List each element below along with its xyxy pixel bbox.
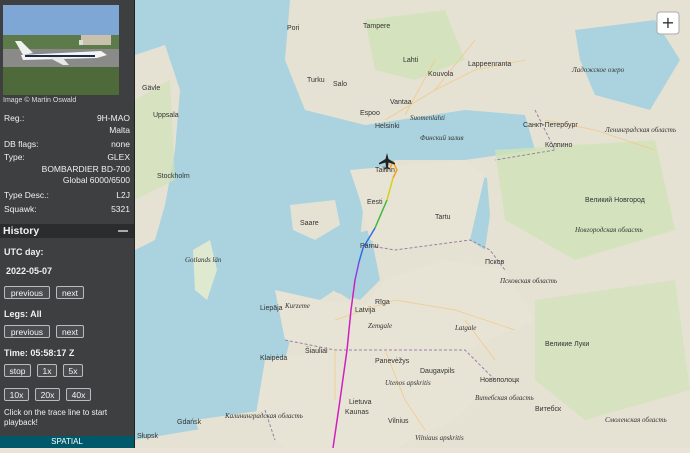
- place-label-smolensk-obl: Смоленская область: [605, 416, 667, 424]
- time-label: Time: 05:58:17 Z: [4, 348, 75, 358]
- place-label-siauliai: Šiauliai: [305, 346, 328, 355]
- type-desc-value: L2J: [116, 190, 130, 200]
- type-desc-label: Type Desc.:: [4, 190, 49, 200]
- place-label-salo: Salo: [333, 81, 347, 88]
- place-label-helsinki: Helsinki: [375, 123, 400, 130]
- place-label-liepaja: Liepāja: [260, 305, 283, 312]
- type-value: GLEX: [107, 152, 130, 162]
- place-label-spb: Санкт-Петербург: [523, 121, 578, 129]
- place-label-saaremaa: Saare: [300, 220, 319, 227]
- legs-label: Legs: All: [4, 309, 42, 319]
- place-label-vluki: Великие Луки: [545, 341, 589, 348]
- place-label-kolpino: Колпино: [545, 142, 572, 149]
- reg-label: Reg.:: [4, 113, 25, 123]
- place-label-vilnius: Vilnius: [388, 418, 409, 425]
- place-label-gavle: Gävle: [142, 85, 160, 92]
- place-label-vantaa: Vantaa: [390, 99, 412, 106]
- place-label-ladoga: Ладожское озеро: [571, 66, 625, 74]
- place-label-suomenlahti: Suomenlahti: [410, 114, 445, 122]
- place-label-tampere: Tampere: [363, 23, 390, 30]
- squawk-value: 5321: [111, 204, 130, 214]
- aircraft-photo[interactable]: [3, 5, 119, 95]
- speed-40x-button[interactable]: 40x: [66, 388, 91, 401]
- type-row: Type: GLEX: [4, 152, 130, 163]
- country-value: Malta: [109, 125, 130, 135]
- place-label-zemgale: Zemgale: [368, 322, 392, 330]
- place-label-vilniaus: Vilniaus apskritis: [415, 434, 464, 442]
- day-previous-button[interactable]: previous: [4, 286, 50, 299]
- model-row: BOMBARDIER BD-700 Global 6000/6500: [4, 164, 130, 186]
- place-label-pskov-obl: Псковская область: [499, 277, 557, 285]
- place-label-lappeenranta: Lappeenranta: [468, 61, 511, 68]
- collapse-icon[interactable]: [118, 230, 128, 232]
- place-label-gotland: Gotlands län: [185, 256, 222, 264]
- zoom-controls[interactable]: +: [656, 11, 680, 35]
- squawk-row: Squawk: 5321: [4, 204, 130, 215]
- place-label-pskov: Псков: [485, 259, 505, 266]
- type-desc-row: Type Desc.: L2J: [4, 190, 130, 201]
- squawk-label: Squawk:: [4, 204, 37, 214]
- place-label-turku: Turku: [307, 77, 325, 84]
- place-label-riga: Rīga: [375, 299, 390, 306]
- place-label-latvija: Latvija: [355, 307, 375, 314]
- speed-20x-button[interactable]: 20x: [35, 388, 60, 401]
- spatial-button[interactable]: SPATIAL: [0, 436, 134, 448]
- speed-10x-button[interactable]: 10x: [4, 388, 29, 401]
- place-label-vnovgorod: Великий Новгород: [585, 196, 645, 204]
- registration-row: Reg.: 9H-MAO: [4, 113, 130, 124]
- forest-patch-4: [135, 80, 175, 200]
- place-label-utena: Utenos apskritis: [385, 379, 431, 387]
- place-label-leningrad: Ленинградская область: [604, 126, 676, 134]
- place-label-slupsk: Słupsk: [137, 433, 159, 440]
- utc-day-label: UTC day:: [4, 247, 44, 257]
- place-label-lahti: Lahti: [403, 57, 419, 64]
- place-label-gdansk: Gdańsk: [177, 419, 202, 426]
- speed-5x-button[interactable]: 5x: [63, 364, 83, 377]
- place-label-klaipeda: Klaipėda: [260, 355, 287, 362]
- aircraft-info-panel: Image © Martin Oswald Reg.: 9H-MAO Malta…: [0, 0, 135, 448]
- place-label-panevezys: Panevėžys: [375, 358, 410, 365]
- speed-1x-button[interactable]: 1x: [37, 364, 57, 377]
- place-label-parnu: Pärnu: [360, 243, 379, 250]
- leg-next-button[interactable]: next: [56, 325, 84, 338]
- model-value: BOMBARDIER BD-700 Global 6000/6500: [41, 164, 130, 185]
- photo-credit: Image © Martin Oswald: [3, 97, 77, 104]
- place-label-kaunas: Kaunas: [345, 409, 369, 416]
- leg-previous-button[interactable]: previous: [4, 325, 50, 338]
- type-label: Type:: [4, 152, 25, 162]
- place-label-eesti: Eesti: [367, 199, 383, 206]
- place-label-pori: Pori: [287, 25, 300, 32]
- place-label-vitebsk: Витебск: [535, 405, 562, 413]
- db-flags-row: DB flags: none: [4, 139, 130, 150]
- place-label-espoo: Espoo: [360, 110, 380, 117]
- reg-value: 9H-MAO: [96, 113, 130, 123]
- place-label-uppsala: Uppsala: [153, 112, 179, 119]
- place-label-novopolotsk: Новополоцк: [480, 377, 520, 384]
- map-view[interactable]: Pori Tampere Lahti Kouvola Lappeenranta …: [135, 0, 690, 449]
- place-label-finnish-gulf: Финский залив: [420, 134, 464, 142]
- place-label-tartu: Tartu: [435, 214, 451, 221]
- place-label-lietuva: Lietuva: [349, 399, 372, 406]
- db-flags-value: none: [111, 139, 130, 149]
- place-label-novgorod-obl: Новгородская область: [574, 226, 643, 234]
- place-label-kouvola: Kouvola: [428, 71, 453, 78]
- place-label-stockholm: Stockholm: [157, 173, 190, 180]
- day-next-button[interactable]: next: [56, 286, 84, 299]
- playback-hint: Click on the trace line to start playbac…: [4, 408, 108, 427]
- place-label-tallinn: Tallinn: [375, 167, 395, 174]
- place-label-daugavpils: Daugavpils: [420, 368, 455, 375]
- db-flags-label: DB flags:: [4, 139, 39, 149]
- place-label-kurzeme: Kurzeme: [284, 302, 310, 310]
- place-label-kaliningrad: Калининградская область: [224, 412, 303, 420]
- place-label-latgale: Latgale: [454, 324, 476, 332]
- zoom-in-icon: +: [661, 13, 674, 32]
- speed-stop-button[interactable]: stop: [4, 364, 31, 377]
- history-date: 2022-05-07: [6, 266, 53, 276]
- history-title: History: [3, 225, 40, 237]
- place-label-vitebsk-obl: Витебская область: [475, 394, 534, 402]
- country-row: Malta: [4, 125, 130, 136]
- history-header[interactable]: History: [0, 224, 134, 238]
